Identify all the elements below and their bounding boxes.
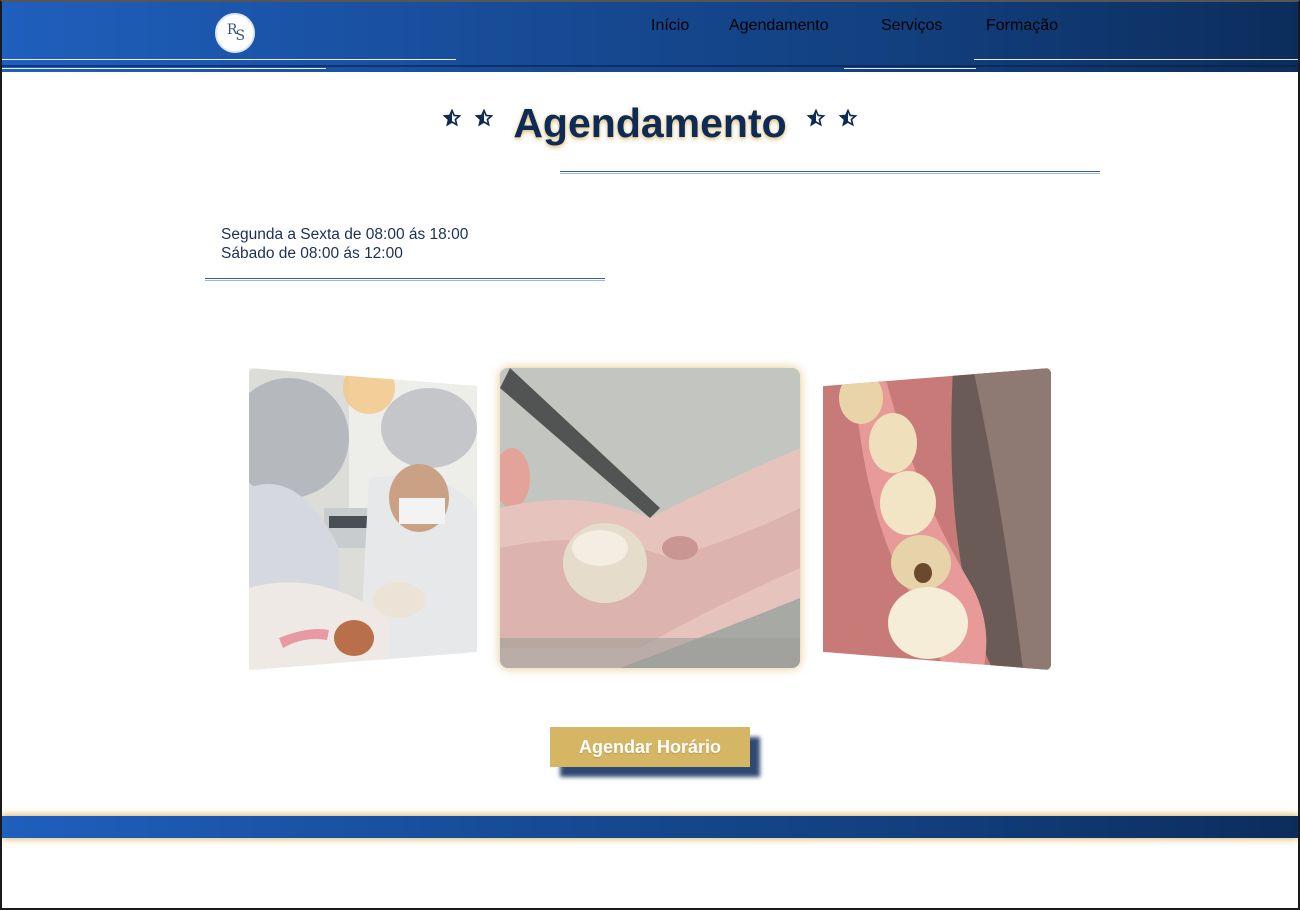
hours-weekdays: Segunda a Sexta de 08:00 ás 18:00 xyxy=(221,226,469,243)
nav-item-agendamento[interactable]: Agendamento xyxy=(729,17,829,35)
photo-dental-surgery xyxy=(249,368,477,670)
footer-bar xyxy=(2,816,1298,838)
star-icon xyxy=(839,109,857,127)
star-icon xyxy=(807,109,825,127)
header-divider xyxy=(2,65,1298,67)
page-title-row: Agendamento xyxy=(0,100,1300,150)
carousel-slide-next[interactable] xyxy=(823,368,1051,670)
header-divider xyxy=(844,68,976,69)
logo[interactable]: RS xyxy=(215,13,255,53)
site-header: RS Início Agendamento Serviços Formação xyxy=(2,2,1298,72)
carousel-slide-active[interactable] xyxy=(500,368,800,668)
header-divider xyxy=(2,68,326,69)
hours-divider xyxy=(205,278,605,281)
nav-item-servicos[interactable]: Serviços xyxy=(881,17,942,35)
page-title: Agendamento xyxy=(513,100,787,146)
photo-dental-crown-model xyxy=(500,368,800,668)
title-divider xyxy=(560,171,1100,174)
photo-molar-teeth xyxy=(823,368,1051,670)
hours-saturday: Sábado de 08:00 ás 12:00 xyxy=(221,245,403,262)
nav-item-inicio[interactable]: Início xyxy=(651,17,689,35)
header-divider xyxy=(2,59,456,60)
schedule-button[interactable]: Agendar Horário xyxy=(550,727,750,767)
nav-item-formacao[interactable]: Formação xyxy=(986,17,1058,35)
opening-hours: Segunda a Sexta de 08:00 ás 18:00 Sábado… xyxy=(221,225,468,263)
carousel-slide-prev[interactable] xyxy=(249,368,477,670)
image-carousel[interactable] xyxy=(245,365,1055,675)
header-divider xyxy=(974,59,1298,60)
